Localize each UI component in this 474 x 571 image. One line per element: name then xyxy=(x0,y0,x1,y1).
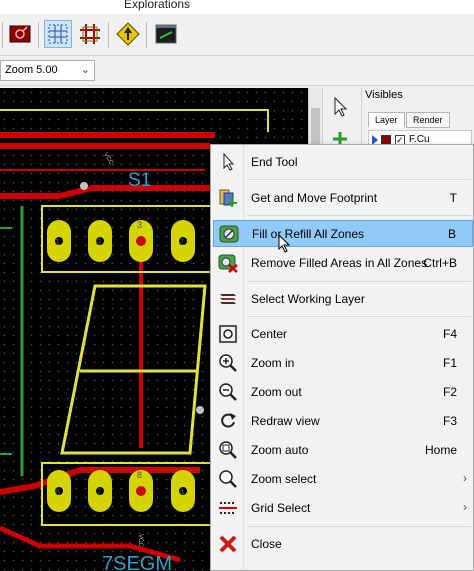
submenu-arrow-icon: › xyxy=(463,500,467,514)
menu-item-center[interactable]: Center F4 xyxy=(213,321,473,348)
menu-item-remove-filled-areas[interactable]: Remove Filled Areas in All Zones Ctrl+B xyxy=(213,250,473,277)
red-delete-icon xyxy=(9,25,31,43)
pad-number: 2 xyxy=(179,237,184,247)
pad-number: 9 xyxy=(96,237,101,247)
grid-select-button[interactable] xyxy=(44,20,72,48)
tab-layer[interactable]: Layer xyxy=(368,112,405,128)
center-icon xyxy=(217,324,239,344)
close-x-icon xyxy=(217,534,239,554)
pcb-view-button[interactable] xyxy=(152,20,180,48)
pad-number: 8 xyxy=(137,470,142,480)
grid-dots-icon xyxy=(217,498,239,518)
menu-item-zoom-select[interactable]: Zoom select › xyxy=(213,466,473,493)
menu-item-zoom-out[interactable]: Zoom out F2 xyxy=(213,379,473,406)
pad-number: 6 xyxy=(55,487,60,497)
pad-number: 4 xyxy=(179,487,184,497)
fill-zones-icon xyxy=(218,224,240,244)
toolbar-separator xyxy=(108,22,109,48)
via xyxy=(196,406,204,414)
menu-separator xyxy=(247,215,471,216)
pad-drill xyxy=(136,486,146,496)
window-title-strip: Explorations xyxy=(0,0,474,14)
grid-select-icon xyxy=(48,24,68,44)
pad-number: 3 xyxy=(137,220,142,230)
pointer-arrow-icon xyxy=(217,152,239,172)
label-s1: S1 xyxy=(128,170,151,191)
main-toolbar xyxy=(0,14,474,56)
net-label: VCC xyxy=(137,534,143,547)
window-title: Explorations xyxy=(124,0,191,11)
pad-row-bottom xyxy=(47,470,195,512)
menu-item-close[interactable]: Close xyxy=(213,531,473,558)
menu-separator xyxy=(247,316,471,317)
menu-separator xyxy=(247,526,471,527)
menu-item-zoom-auto[interactable]: Zoom auto Home xyxy=(213,437,473,464)
zoom-value: Zoom 5.00 xyxy=(5,64,58,76)
menu-item-grid-select[interactable]: Grid Select › xyxy=(213,495,473,522)
track xyxy=(0,185,215,199)
zoom-out-icon xyxy=(217,382,239,402)
toolbar-separator xyxy=(146,22,147,48)
via xyxy=(80,182,88,190)
zoom-select-icon xyxy=(217,469,239,489)
menu-item-zoom-in[interactable]: Zoom in F1 xyxy=(213,350,473,377)
mouse-cursor-icon xyxy=(278,234,291,253)
zoom-in-icon xyxy=(217,353,239,373)
menu-item-select-working-layer[interactable]: Select Working Layer xyxy=(213,286,473,313)
menu-separator xyxy=(247,281,471,282)
pointer-arrow-icon xyxy=(334,96,348,117)
zoom-auto-icon xyxy=(217,440,239,460)
visibles-title: Visibles xyxy=(365,89,403,101)
pcb-window-icon xyxy=(155,24,177,44)
context-menu: End Tool Get and Move Footprint T Fill o… xyxy=(210,144,474,571)
zoom-toolbar: Zoom 5.00 ⌄ xyxy=(0,56,474,86)
redraw-icon xyxy=(217,411,239,431)
menu-separator xyxy=(247,179,471,180)
tab-render[interactable]: Render xyxy=(406,112,450,128)
menu-item-end-tool[interactable]: End Tool xyxy=(213,149,473,176)
pad-number: 7 xyxy=(96,487,101,497)
menu-item-get-move-footprint[interactable]: Get and Move Footprint T xyxy=(213,185,473,212)
submenu-arrow-icon: › xyxy=(463,471,467,485)
remove-zones-icon xyxy=(217,253,239,273)
pad-row-top xyxy=(47,220,195,262)
layers-stack-icon xyxy=(217,289,239,309)
zoom-select[interactable]: Zoom 5.00 ⌄ xyxy=(0,60,95,81)
menu-item-fill-zones[interactable]: Fill or Refill All Zones B xyxy=(213,220,473,247)
pad-number: 1 xyxy=(55,237,60,247)
toolbar-separator xyxy=(2,22,3,48)
delete-tool-button[interactable] xyxy=(6,20,34,48)
label-segm: 7SEGM xyxy=(102,553,172,571)
toolbar-separator xyxy=(38,22,39,48)
menu-item-redraw-view[interactable]: Redraw view F3 xyxy=(213,408,473,435)
select-tool-button[interactable] xyxy=(329,96,353,120)
chevron-down-icon: ⌄ xyxy=(80,64,90,76)
move-footprint-icon xyxy=(217,188,239,208)
board-outline xyxy=(0,109,269,132)
route-button[interactable] xyxy=(114,20,142,48)
net-label: VCC xyxy=(102,152,114,167)
hash-grid-icon xyxy=(80,24,100,44)
yellow-diamond-arrow-icon xyxy=(116,22,140,46)
pad-drill xyxy=(136,236,146,246)
grid-button[interactable] xyxy=(76,20,104,48)
